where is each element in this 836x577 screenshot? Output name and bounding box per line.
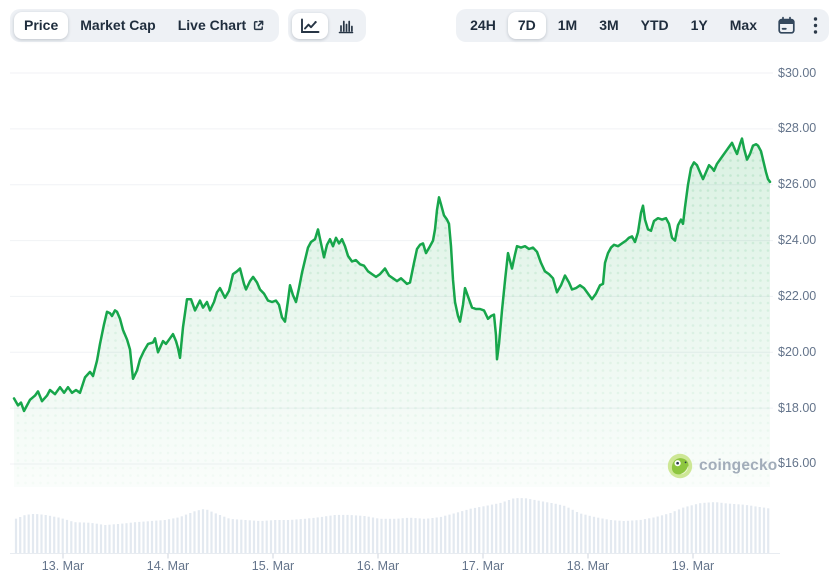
range-label: Max [730,16,757,35]
metric-tabs: Price Market Cap Live Chart [10,9,279,42]
price-area-chart[interactable] [0,0,836,577]
y-axis-label: $22.00 [778,289,816,303]
kebab-menu-icon [813,16,818,35]
y-axis-label: $30.00 [778,66,816,80]
range-1m[interactable]: 1M [548,12,587,39]
range-label: 24H [470,16,496,35]
tab-label: Price [24,16,58,35]
x-axis-label: 19. Mar [672,559,714,573]
range-max[interactable]: Max [720,12,767,39]
line-chart-icon [299,17,321,35]
range-label: 7D [518,16,536,35]
tab-live-chart[interactable]: Live Chart [168,12,275,39]
kebab-menu[interactable] [806,12,825,39]
calendar-button[interactable] [769,11,804,40]
y-axis-label: $28.00 [778,121,816,135]
range-label: 3M [599,16,618,35]
chart-type-toggle [288,9,366,42]
coingecko-watermark-text: coingecko [699,457,777,475]
y-axis-label: $20.00 [778,345,816,359]
range-label: YTD [641,16,669,35]
x-axis-label: 16. Mar [357,559,399,573]
range-7d[interactable]: 7D [508,12,546,39]
bar-chart-icon [337,17,355,35]
y-axis-label: $26.00 [778,177,816,191]
x-axis-label: 14. Mar [147,559,189,573]
range-selector: 24H 7D 1M 3M YTD 1Y Max [456,9,829,42]
x-axis-label: 15. Mar [252,559,294,573]
range-24h[interactable]: 24H [460,12,506,39]
coingecko-logo-icon [667,453,693,479]
range-3m[interactable]: 3M [589,12,628,39]
range-1y[interactable]: 1Y [681,12,718,39]
volume-bars [15,498,769,553]
range-ytd[interactable]: YTD [631,12,679,39]
x-axis-label: 18. Mar [567,559,609,573]
range-label: 1Y [691,16,708,35]
tab-price[interactable]: Price [14,12,68,39]
chart-header: Price Market Cap Live Chart 24H 7D 1M 3M YTD 1Y… [10,9,829,42]
external-link-icon [252,19,265,32]
tab-label: Live Chart [178,16,246,35]
bar-chart-button[interactable] [330,13,362,39]
coingecko-watermark: coingecko [667,453,777,479]
line-chart-button[interactable] [292,13,328,39]
x-axis-label: 17. Mar [462,559,504,573]
y-axis-label: $24.00 [778,233,816,247]
range-label: 1M [558,16,577,35]
calendar-icon [776,15,797,36]
y-axis-label: $16.00 [778,456,816,470]
x-axis-label: 13. Mar [42,559,84,573]
y-axis-label: $18.00 [778,401,816,415]
tab-label: Market Cap [80,16,155,35]
tab-market-cap[interactable]: Market Cap [70,12,165,39]
